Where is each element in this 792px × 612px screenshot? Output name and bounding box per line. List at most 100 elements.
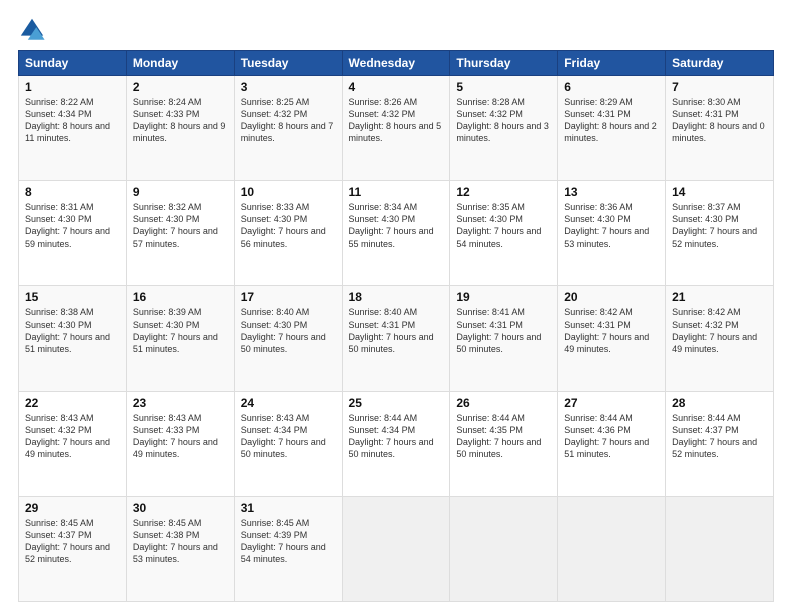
day-number: 16 bbox=[133, 290, 228, 304]
day-info: Sunrise: 8:40 AMSunset: 4:30 PMDaylight:… bbox=[241, 306, 336, 355]
day-info: Sunrise: 8:32 AMSunset: 4:30 PMDaylight:… bbox=[133, 201, 228, 250]
day-info: Sunrise: 8:28 AMSunset: 4:32 PMDaylight:… bbox=[456, 96, 551, 145]
day-info: Sunrise: 8:24 AMSunset: 4:33 PMDaylight:… bbox=[133, 96, 228, 145]
day-cell: 23 Sunrise: 8:43 AMSunset: 4:33 PMDaylig… bbox=[126, 391, 234, 496]
day-number: 11 bbox=[349, 185, 444, 199]
day-number: 6 bbox=[564, 80, 659, 94]
day-info: Sunrise: 8:44 AMSunset: 4:37 PMDaylight:… bbox=[672, 412, 767, 461]
day-cell: 17 Sunrise: 8:40 AMSunset: 4:30 PMDaylig… bbox=[234, 286, 342, 391]
day-number: 27 bbox=[564, 396, 659, 410]
day-cell: 26 Sunrise: 8:44 AMSunset: 4:35 PMDaylig… bbox=[450, 391, 558, 496]
day-number: 14 bbox=[672, 185, 767, 199]
calendar-body: 1 Sunrise: 8:22 AMSunset: 4:34 PMDayligh… bbox=[19, 76, 774, 602]
header bbox=[18, 16, 774, 44]
day-number: 29 bbox=[25, 501, 120, 515]
day-number: 13 bbox=[564, 185, 659, 199]
day-info: Sunrise: 8:45 AMSunset: 4:37 PMDaylight:… bbox=[25, 517, 120, 566]
header-cell-tuesday: Tuesday bbox=[234, 51, 342, 76]
day-cell: 21 Sunrise: 8:42 AMSunset: 4:32 PMDaylig… bbox=[666, 286, 774, 391]
header-cell-wednesday: Wednesday bbox=[342, 51, 450, 76]
day-cell: 28 Sunrise: 8:44 AMSunset: 4:37 PMDaylig… bbox=[666, 391, 774, 496]
page: SundayMondayTuesdayWednesdayThursdayFrid… bbox=[0, 0, 792, 612]
day-number: 1 bbox=[25, 80, 120, 94]
day-cell: 24 Sunrise: 8:43 AMSunset: 4:34 PMDaylig… bbox=[234, 391, 342, 496]
day-info: Sunrise: 8:44 AMSunset: 4:35 PMDaylight:… bbox=[456, 412, 551, 461]
day-info: Sunrise: 8:42 AMSunset: 4:31 PMDaylight:… bbox=[564, 306, 659, 355]
calendar-table: SundayMondayTuesdayWednesdayThursdayFrid… bbox=[18, 50, 774, 602]
week-row-3: 15 Sunrise: 8:38 AMSunset: 4:30 PMDaylig… bbox=[19, 286, 774, 391]
day-cell: 6 Sunrise: 8:29 AMSunset: 4:31 PMDayligh… bbox=[558, 76, 666, 181]
day-cell: 2 Sunrise: 8:24 AMSunset: 4:33 PMDayligh… bbox=[126, 76, 234, 181]
day-number: 18 bbox=[349, 290, 444, 304]
day-number: 4 bbox=[349, 80, 444, 94]
day-cell: 4 Sunrise: 8:26 AMSunset: 4:32 PMDayligh… bbox=[342, 76, 450, 181]
day-cell: 16 Sunrise: 8:39 AMSunset: 4:30 PMDaylig… bbox=[126, 286, 234, 391]
day-info: Sunrise: 8:40 AMSunset: 4:31 PMDaylight:… bbox=[349, 306, 444, 355]
day-info: Sunrise: 8:42 AMSunset: 4:32 PMDaylight:… bbox=[672, 306, 767, 355]
week-row-4: 22 Sunrise: 8:43 AMSunset: 4:32 PMDaylig… bbox=[19, 391, 774, 496]
day-cell: 13 Sunrise: 8:36 AMSunset: 4:30 PMDaylig… bbox=[558, 181, 666, 286]
day-cell: 5 Sunrise: 8:28 AMSunset: 4:32 PMDayligh… bbox=[450, 76, 558, 181]
day-number: 17 bbox=[241, 290, 336, 304]
day-number: 24 bbox=[241, 396, 336, 410]
day-info: Sunrise: 8:43 AMSunset: 4:34 PMDaylight:… bbox=[241, 412, 336, 461]
day-cell: 29 Sunrise: 8:45 AMSunset: 4:37 PMDaylig… bbox=[19, 496, 127, 601]
day-number: 15 bbox=[25, 290, 120, 304]
day-cell: 12 Sunrise: 8:35 AMSunset: 4:30 PMDaylig… bbox=[450, 181, 558, 286]
day-info: Sunrise: 8:39 AMSunset: 4:30 PMDaylight:… bbox=[133, 306, 228, 355]
logo bbox=[18, 16, 50, 44]
week-row-2: 8 Sunrise: 8:31 AMSunset: 4:30 PMDayligh… bbox=[19, 181, 774, 286]
day-number: 7 bbox=[672, 80, 767, 94]
day-cell: 1 Sunrise: 8:22 AMSunset: 4:34 PMDayligh… bbox=[19, 76, 127, 181]
day-number: 31 bbox=[241, 501, 336, 515]
day-info: Sunrise: 8:41 AMSunset: 4:31 PMDaylight:… bbox=[456, 306, 551, 355]
day-number: 21 bbox=[672, 290, 767, 304]
day-cell: 10 Sunrise: 8:33 AMSunset: 4:30 PMDaylig… bbox=[234, 181, 342, 286]
day-info: Sunrise: 8:25 AMSunset: 4:32 PMDaylight:… bbox=[241, 96, 336, 145]
week-row-1: 1 Sunrise: 8:22 AMSunset: 4:34 PMDayligh… bbox=[19, 76, 774, 181]
day-cell: 27 Sunrise: 8:44 AMSunset: 4:36 PMDaylig… bbox=[558, 391, 666, 496]
day-info: Sunrise: 8:44 AMSunset: 4:34 PMDaylight:… bbox=[349, 412, 444, 461]
calendar-header: SundayMondayTuesdayWednesdayThursdayFrid… bbox=[19, 51, 774, 76]
day-number: 3 bbox=[241, 80, 336, 94]
day-number: 8 bbox=[25, 185, 120, 199]
day-number: 25 bbox=[349, 396, 444, 410]
day-number: 10 bbox=[241, 185, 336, 199]
day-cell: 11 Sunrise: 8:34 AMSunset: 4:30 PMDaylig… bbox=[342, 181, 450, 286]
header-row: SundayMondayTuesdayWednesdayThursdayFrid… bbox=[19, 51, 774, 76]
day-number: 2 bbox=[133, 80, 228, 94]
day-cell: 20 Sunrise: 8:42 AMSunset: 4:31 PMDaylig… bbox=[558, 286, 666, 391]
day-cell: 15 Sunrise: 8:38 AMSunset: 4:30 PMDaylig… bbox=[19, 286, 127, 391]
day-info: Sunrise: 8:22 AMSunset: 4:34 PMDaylight:… bbox=[25, 96, 120, 145]
day-cell bbox=[342, 496, 450, 601]
day-info: Sunrise: 8:30 AMSunset: 4:31 PMDaylight:… bbox=[672, 96, 767, 145]
day-number: 28 bbox=[672, 396, 767, 410]
day-number: 26 bbox=[456, 396, 551, 410]
day-number: 30 bbox=[133, 501, 228, 515]
day-cell: 3 Sunrise: 8:25 AMSunset: 4:32 PMDayligh… bbox=[234, 76, 342, 181]
header-cell-thursday: Thursday bbox=[450, 51, 558, 76]
day-info: Sunrise: 8:43 AMSunset: 4:33 PMDaylight:… bbox=[133, 412, 228, 461]
week-row-5: 29 Sunrise: 8:45 AMSunset: 4:37 PMDaylig… bbox=[19, 496, 774, 601]
day-info: Sunrise: 8:38 AMSunset: 4:30 PMDaylight:… bbox=[25, 306, 120, 355]
day-number: 23 bbox=[133, 396, 228, 410]
day-info: Sunrise: 8:44 AMSunset: 4:36 PMDaylight:… bbox=[564, 412, 659, 461]
day-number: 12 bbox=[456, 185, 551, 199]
day-cell: 14 Sunrise: 8:37 AMSunset: 4:30 PMDaylig… bbox=[666, 181, 774, 286]
day-number: 19 bbox=[456, 290, 551, 304]
day-cell: 25 Sunrise: 8:44 AMSunset: 4:34 PMDaylig… bbox=[342, 391, 450, 496]
header-cell-friday: Friday bbox=[558, 51, 666, 76]
day-info: Sunrise: 8:35 AMSunset: 4:30 PMDaylight:… bbox=[456, 201, 551, 250]
header-cell-saturday: Saturday bbox=[666, 51, 774, 76]
day-info: Sunrise: 8:43 AMSunset: 4:32 PMDaylight:… bbox=[25, 412, 120, 461]
day-cell: 19 Sunrise: 8:41 AMSunset: 4:31 PMDaylig… bbox=[450, 286, 558, 391]
day-cell bbox=[558, 496, 666, 601]
header-cell-monday: Monday bbox=[126, 51, 234, 76]
day-cell: 8 Sunrise: 8:31 AMSunset: 4:30 PMDayligh… bbox=[19, 181, 127, 286]
day-info: Sunrise: 8:31 AMSunset: 4:30 PMDaylight:… bbox=[25, 201, 120, 250]
day-info: Sunrise: 8:36 AMSunset: 4:30 PMDaylight:… bbox=[564, 201, 659, 250]
day-number: 5 bbox=[456, 80, 551, 94]
day-info: Sunrise: 8:29 AMSunset: 4:31 PMDaylight:… bbox=[564, 96, 659, 145]
day-cell: 9 Sunrise: 8:32 AMSunset: 4:30 PMDayligh… bbox=[126, 181, 234, 286]
day-cell: 7 Sunrise: 8:30 AMSunset: 4:31 PMDayligh… bbox=[666, 76, 774, 181]
